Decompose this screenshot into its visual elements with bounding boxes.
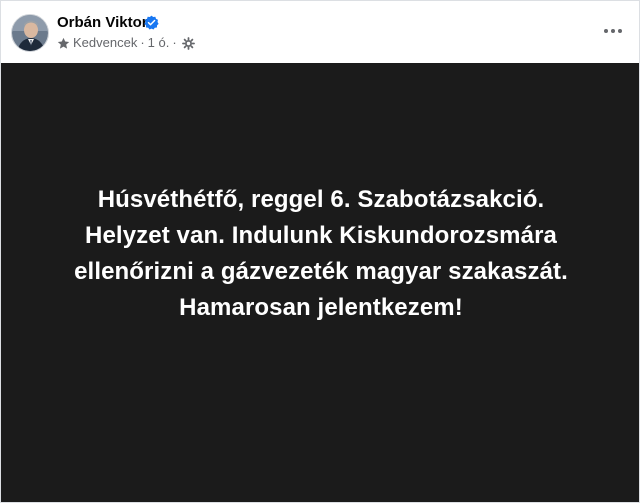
favorites-link[interactable]: Kedvencek — [73, 35, 137, 51]
post-meta: Kedvencek · 1 ó. · — [57, 35, 195, 51]
facebook-post: Orbán Viktor Kedvencek · 1 ó. · Húsvéthé… — [0, 0, 640, 503]
author-name[interactable]: Orbán Viktor — [57, 14, 148, 32]
more-options-button[interactable] — [599, 19, 627, 43]
post-text-line: Helyzet van. Indulunk Kiskundorozsmára — [85, 221, 557, 249]
meta-separator: · — [140, 35, 145, 50]
star-icon — [57, 37, 70, 49]
post-text-line: Hamarosan jelentkezem! — [179, 293, 463, 321]
author-avatar[interactable] — [11, 14, 49, 52]
audience-settings-icon[interactable] — [181, 36, 195, 50]
post-text-card[interactable]: Húsvéthétfő, reggel 6. Szabotázsakció. H… — [1, 63, 639, 502]
post-header: Orbán Viktor Kedvencek · 1 ó. · — [1, 1, 639, 63]
more-options-icon — [604, 29, 622, 33]
verified-badge-icon — [144, 15, 159, 30]
meta-separator-2: · — [172, 35, 177, 50]
avatar-photo — [12, 15, 48, 51]
post-timestamp[interactable]: 1 ó. — [148, 35, 170, 51]
post-text-line: Húsvéthétfő, reggel 6. Szabotázsakció. — [97, 185, 545, 213]
post-text-line: ellenőrizni a gázvezeték magyar szakaszá… — [74, 257, 568, 285]
post-text: Húsvéthétfő, reggel 6. Szabotázsakció. H… — [21, 182, 621, 326]
